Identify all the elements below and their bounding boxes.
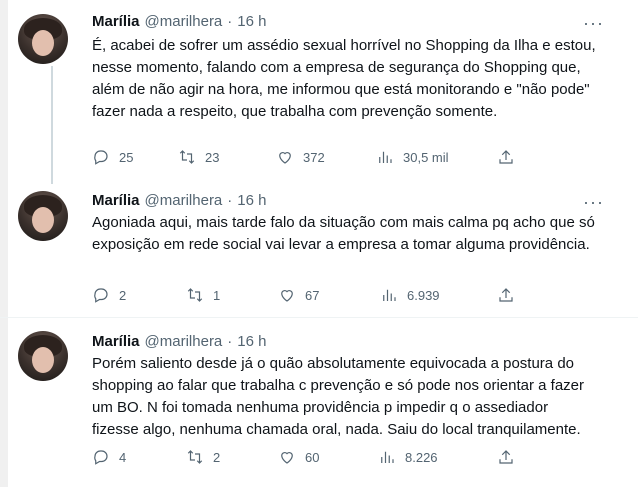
like-button[interactable]: 60 <box>278 446 319 468</box>
tweet-actions: 4 2 60 8.226 <box>92 446 522 468</box>
timestamp[interactable]: 16 h <box>237 13 266 30</box>
share-icon <box>499 450 513 464</box>
share-button[interactable] <box>497 284 515 306</box>
more-icon[interactable]: ··· <box>583 14 604 32</box>
share-icon <box>499 150 513 164</box>
tweet-text: Porém saliento desde já o quão absolutam… <box>92 355 584 438</box>
avatar-face <box>32 347 54 373</box>
author-name[interactable]: Marília <box>92 192 140 209</box>
avatar-face <box>32 207 54 233</box>
author-handle[interactable]: @marilhera <box>145 13 223 30</box>
like-button[interactable]: 372 <box>276 146 325 168</box>
view-count: 30,5 mil <box>403 149 449 165</box>
reply-button[interactable]: 2 <box>92 284 126 306</box>
tweet-header: Marília @marilhera · 16 h <box>92 333 266 350</box>
separator-dot: · <box>227 192 233 209</box>
avatar[interactable] <box>18 331 68 381</box>
reply-count: 25 <box>119 149 134 165</box>
reply-icon <box>94 450 108 465</box>
retweet-icon <box>187 288 203 302</box>
tweet-header: Marília @marilhera · 16 h <box>92 192 266 209</box>
like-button[interactable]: 67 <box>278 284 319 306</box>
author-handle[interactable]: @marilhera <box>145 192 223 209</box>
retweet-icon <box>179 150 195 164</box>
views-icon <box>379 151 392 163</box>
retweet-button[interactable]: 23 <box>178 146 219 168</box>
author-handle[interactable]: @marilhera <box>145 333 223 350</box>
views-button[interactable]: 6.939 <box>380 284 440 306</box>
retweet-count: 2 <box>213 449 221 465</box>
share-button[interactable] <box>497 446 515 468</box>
share-button[interactable] <box>497 146 515 168</box>
tweet-actions: 25 23 372 30,5 mil <box>92 146 522 168</box>
views-icon <box>381 451 394 463</box>
timestamp[interactable]: 16 h <box>237 192 266 209</box>
retweet-count: 1 <box>213 287 221 303</box>
like-icon <box>281 290 293 302</box>
share-icon <box>499 288 513 302</box>
avatar-face <box>32 30 54 56</box>
like-count: 67 <box>305 287 320 303</box>
author-name[interactable]: Marília <box>92 333 140 350</box>
tweet-text: Agoniada aqui, mais tarde falo da situaç… <box>92 214 595 253</box>
tweet-text: É, acabei de sofrer um assédio sexual ho… <box>92 37 596 120</box>
retweet-icon <box>187 450 203 464</box>
author-name[interactable]: Marília <box>92 13 140 30</box>
reply-icon <box>94 288 108 303</box>
timestamp[interactable]: 16 h <box>237 333 266 350</box>
like-icon <box>281 452 293 464</box>
reply-button[interactable]: 25 <box>92 146 133 168</box>
reply-button[interactable]: 4 <box>92 446 126 468</box>
views-button[interactable]: 8.226 <box>378 446 438 468</box>
views-icon <box>383 289 396 301</box>
separator-dot: · <box>227 13 233 30</box>
like-count: 372 <box>303 149 325 165</box>
tweet-actions: 2 1 67 6.939 <box>92 284 522 306</box>
reply-count: 4 <box>119 449 127 465</box>
retweet-button[interactable]: 2 <box>186 446 220 468</box>
like-count: 60 <box>305 449 320 465</box>
left-rail <box>0 0 8 487</box>
retweet-button[interactable]: 1 <box>186 284 220 306</box>
avatar[interactable] <box>18 14 68 64</box>
tweet-header: Marília @marilhera · 16 h <box>92 13 266 30</box>
like-icon <box>279 152 291 164</box>
views-button[interactable]: 30,5 mil <box>376 146 449 168</box>
view-count: 8.226 <box>405 449 438 465</box>
separator-dot: · <box>227 333 233 350</box>
reply-icon <box>94 150 108 165</box>
avatar[interactable] <box>18 191 68 241</box>
retweet-count: 23 <box>205 149 220 165</box>
more-icon[interactable]: ··· <box>583 193 604 211</box>
reply-count: 2 <box>119 287 127 303</box>
view-count: 6.939 <box>407 287 440 303</box>
